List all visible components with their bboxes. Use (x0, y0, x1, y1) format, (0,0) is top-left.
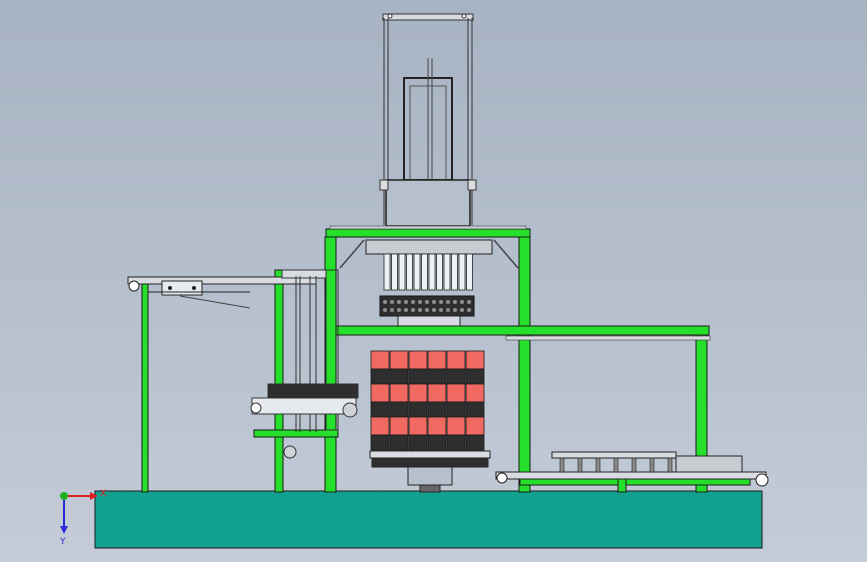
crate-hole (397, 308, 401, 312)
crate-red (465, 383, 485, 403)
crate-red (389, 383, 409, 403)
crate-hole (425, 300, 429, 304)
axis-x-label: X (100, 489, 106, 499)
base-platform (94, 490, 763, 549)
gripper-finger (436, 253, 443, 291)
crate-hole (418, 308, 422, 312)
gripper-finger (406, 253, 413, 291)
crate-red (370, 350, 390, 370)
top-gantry-beam (325, 228, 531, 238)
crate-hole (390, 308, 394, 312)
crate-hole (390, 300, 394, 304)
crate-dark (465, 434, 485, 451)
gripper-finger (443, 253, 451, 291)
crate-hole (460, 308, 464, 312)
roller (667, 457, 673, 473)
crate-hole (432, 300, 436, 304)
roller (649, 457, 655, 473)
gripper-head (365, 239, 493, 327)
crate-hole (439, 308, 443, 312)
gripper-finger (391, 253, 398, 291)
crate-red (389, 416, 409, 436)
cad-viewport[interactable]: X Y (0, 0, 867, 562)
gripper-finger (428, 253, 436, 291)
crate-hole (383, 300, 387, 304)
crate-red (389, 350, 409, 370)
gripper-fingers (383, 253, 473, 291)
crate-hole (439, 300, 443, 304)
crate-red (465, 416, 485, 436)
crate-stack (370, 350, 485, 451)
axis-y-label: Y (59, 537, 66, 547)
crate-red (446, 416, 466, 436)
crate-hole (467, 300, 471, 304)
gripper-finger (458, 253, 466, 291)
machine-drawing: X Y (59, 13, 769, 549)
crate-hole (446, 300, 450, 304)
crate-dark (427, 368, 447, 385)
crate-dark (427, 401, 447, 418)
crate-red (465, 350, 485, 370)
crate-hole (467, 308, 471, 312)
crate-dark (389, 401, 409, 418)
crate-dark (408, 401, 428, 418)
crate-red (370, 416, 390, 436)
gripper-finger (398, 253, 406, 291)
crate-hole (453, 308, 457, 312)
crate-hole (432, 308, 436, 312)
gripper-finger (383, 253, 391, 291)
crate-dark (408, 434, 428, 451)
crate-hole (446, 308, 450, 312)
crate-red (427, 383, 447, 403)
crate-dark (370, 368, 390, 385)
crate-dark (446, 434, 466, 451)
gripper-finger (466, 253, 473, 291)
pallet-lift (369, 450, 491, 493)
crate-dark (389, 434, 409, 451)
roller (595, 457, 601, 473)
crate-red (446, 350, 466, 370)
crate-dark (408, 368, 428, 385)
crate-hole (411, 300, 415, 304)
crate-red (408, 383, 428, 403)
crate-hole (453, 300, 457, 304)
roller (613, 457, 619, 473)
crate-dark (446, 401, 466, 418)
gripper-finger (421, 253, 428, 291)
crate-red (446, 383, 466, 403)
roller (577, 457, 583, 473)
crate-dark (427, 434, 447, 451)
gripper-finger (451, 253, 458, 291)
left-top-conveyor (127, 276, 317, 309)
conveyor-rollers (559, 457, 673, 473)
crate-hole (404, 308, 408, 312)
crate-hole (397, 300, 401, 304)
crate-hole (404, 300, 408, 304)
crate-red (427, 350, 447, 370)
crate-dark (465, 368, 485, 385)
roller (559, 457, 565, 473)
crate-hole (411, 308, 415, 312)
crate-dark (389, 368, 409, 385)
crate-dark (465, 401, 485, 418)
crate-red (427, 416, 447, 436)
crate-hole (383, 308, 387, 312)
crate-red (408, 416, 428, 436)
crate-red (370, 383, 390, 403)
crate-dark (370, 401, 390, 418)
crate-hole (460, 300, 464, 304)
gripper-finger (413, 253, 421, 291)
crate-red (408, 350, 428, 370)
crate-hole (418, 300, 422, 304)
roller (631, 457, 637, 473)
lift-mast (379, 13, 477, 230)
crate-dark (370, 434, 390, 451)
crate-hole (425, 308, 429, 312)
crate-dark (446, 368, 466, 385)
